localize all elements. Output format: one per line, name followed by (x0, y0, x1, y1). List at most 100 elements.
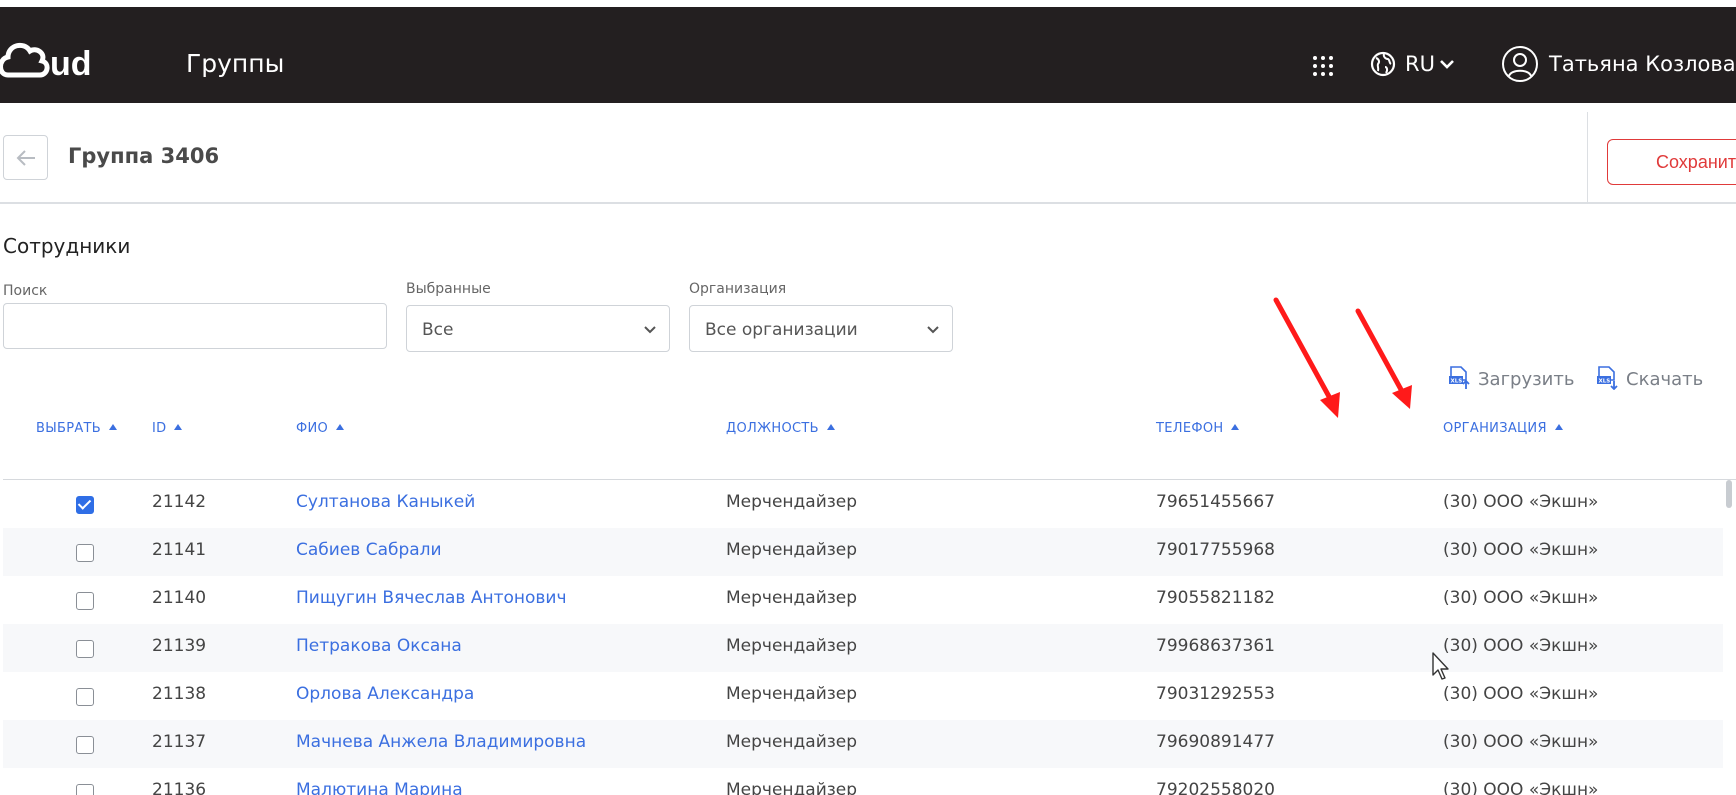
row-id: 21136 (152, 780, 207, 795)
row-checkbox[interactable] (76, 688, 94, 706)
chevron-down-icon[interactable] (1439, 56, 1455, 72)
table-row: 21139 Петракова Оксана Мерчендайзер 7996… (3, 624, 1723, 672)
user-name[interactable]: Татьяна Козлова (1549, 52, 1736, 76)
section-title: Сотрудники (3, 234, 131, 258)
row-name-link[interactable]: Султанова Каныкей (296, 492, 475, 512)
column-header-position[interactable]: ДОЛЖНОСТЬ (726, 421, 835, 436)
employees-table: 21142 Султанова Каныкей Мерчендайзер 796… (3, 480, 1723, 795)
globe-icon[interactable] (1370, 51, 1396, 77)
table-row: 21140 Пищугин Вячеслав Антонович Мерченд… (3, 576, 1723, 624)
row-position: Мерчендайзер (726, 588, 858, 608)
row-org: (30) ООО «Экшн» (1443, 492, 1599, 512)
column-header-label: ФИО (296, 421, 329, 436)
app-title: Группы (186, 49, 285, 78)
org-filter-select[interactable]: Все организации (689, 305, 953, 352)
row-position: Мерчендайзер (726, 492, 858, 512)
svg-text:XLS: XLS (1451, 379, 1463, 385)
top-strip (0, 0, 1736, 7)
apps-grid-icon[interactable] (1312, 55, 1334, 77)
sort-asc-icon (1554, 424, 1563, 430)
upload-xls-button[interactable]: XLS Загрузить (1448, 366, 1574, 390)
column-header-phone[interactable]: ТЕЛЕФОН (1156, 421, 1240, 436)
table-row: 21142 Султанова Каныкей Мерчендайзер 796… (3, 480, 1723, 528)
row-phone: 79651455667 (1156, 492, 1275, 512)
table-row: 21136 Малютина Марина Мерчендайзер 79202… (3, 768, 1723, 795)
sort-asc-icon (109, 424, 117, 430)
row-phone: 79202558020 (1156, 780, 1275, 795)
row-name-link[interactable]: Малютина Марина (296, 780, 463, 795)
row-id: 21142 (152, 492, 207, 512)
row-org: (30) ООО «Экшн» (1443, 588, 1599, 608)
row-checkbox[interactable] (76, 592, 94, 610)
row-org: (30) ООО «Экшн» (1443, 684, 1599, 704)
top-bar: ud Группы RU Татьяна Козлова (0, 7, 1736, 103)
annotation-arrow-2 (1355, 308, 1412, 409)
column-header-id[interactable]: ID (152, 421, 183, 436)
row-org: (30) ООО «Экшн» (1443, 540, 1599, 560)
row-position: Мерчендайзер (726, 684, 858, 704)
row-id: 21140 (152, 588, 207, 608)
row-phone: 79017755968 (1156, 540, 1275, 560)
row-id: 21141 (152, 540, 207, 560)
sort-asc-icon (174, 424, 183, 430)
cloud-logo: ud (0, 42, 92, 81)
row-position: Мерчендайзер (726, 732, 858, 752)
column-header-label: ТЕЛЕФОН (1156, 421, 1224, 436)
row-checkbox[interactable] (76, 736, 94, 754)
sort-asc-icon (336, 424, 345, 430)
user-avatar-icon[interactable] (1501, 45, 1539, 83)
selected-filter-select[interactable]: Все (406, 305, 670, 352)
save-button[interactable]: Сохранить (1607, 139, 1736, 185)
sort-asc-icon (826, 424, 835, 430)
selected-filter-label: Выбранные (406, 281, 491, 297)
chevron-down-icon (927, 326, 939, 334)
column-header-name[interactable]: ФИО (296, 421, 345, 436)
row-id: 21138 (152, 684, 207, 704)
row-position: Мерчендайзер (726, 540, 858, 560)
row-org: (30) ООО «Экшн» (1443, 780, 1599, 795)
column-header-label: ID (152, 421, 167, 436)
download-label: Скачать (1626, 369, 1704, 390)
row-checkbox[interactable] (76, 544, 94, 562)
row-checkbox[interactable] (76, 640, 94, 658)
table-row: 21138 Орлова Александра Мерчендайзер 790… (3, 672, 1723, 720)
row-phone: 79055821182 (1156, 588, 1275, 608)
row-checkbox[interactable] (76, 784, 94, 795)
row-phone: 79968637361 (1156, 636, 1275, 656)
row-name-link[interactable]: Орлова Александра (296, 684, 474, 704)
row-name-link[interactable]: Петракова Оксана (296, 636, 462, 656)
table-row: 21137 Мачнева Анжела Владимировна Мерчен… (3, 720, 1723, 768)
search-input[interactable] (3, 303, 387, 349)
row-phone: 79690891477 (1156, 732, 1275, 752)
column-header-select[interactable]: ВЫБРАТЬ (36, 421, 117, 436)
header-divider (1587, 112, 1588, 204)
download-xls-button[interactable]: XLS Скачать (1596, 366, 1706, 390)
row-org: (30) ООО «Экшн» (1443, 732, 1599, 752)
row-name-link[interactable]: Сабиев Сабрали (296, 540, 442, 560)
upload-label: Загрузить (1478, 369, 1575, 390)
column-header-org[interactable]: ОРГАНИЗАЦИЯ (1443, 421, 1563, 436)
group-header (0, 112, 1736, 204)
row-id: 21139 (152, 636, 207, 656)
language-selector[interactable]: RU (1405, 52, 1435, 76)
sort-asc-icon (1231, 424, 1240, 430)
row-phone: 79031292553 (1156, 684, 1275, 704)
svg-text:XLS: XLS (1599, 379, 1611, 385)
back-button[interactable] (3, 135, 48, 180)
org-filter-value: Все организации (705, 320, 858, 340)
table-row: 21141 Сабиев Сабрали Мерчендайзер 790177… (3, 528, 1723, 576)
xls-download-icon: XLS (1597, 366, 1618, 390)
chevron-down-icon (644, 326, 656, 334)
row-id: 21137 (152, 732, 207, 752)
row-checkbox[interactable] (76, 496, 94, 514)
table-scrollbar[interactable] (1726, 480, 1732, 508)
arrow-left-icon (16, 150, 35, 166)
row-name-link[interactable]: Мачнева Анжела Владимировна (296, 732, 586, 752)
search-label: Поиск (3, 283, 48, 299)
column-header-label: ДОЛЖНОСТЬ (726, 421, 819, 436)
row-name-link[interactable]: Пищугин Вячеслав Антонович (296, 588, 567, 608)
column-header-label: ВЫБРАТЬ (36, 421, 101, 436)
row-position: Мерчендайзер (726, 636, 858, 656)
column-header-label: ОРГАНИЗАЦИЯ (1443, 421, 1547, 436)
annotation-arrow-1 (1273, 297, 1340, 418)
